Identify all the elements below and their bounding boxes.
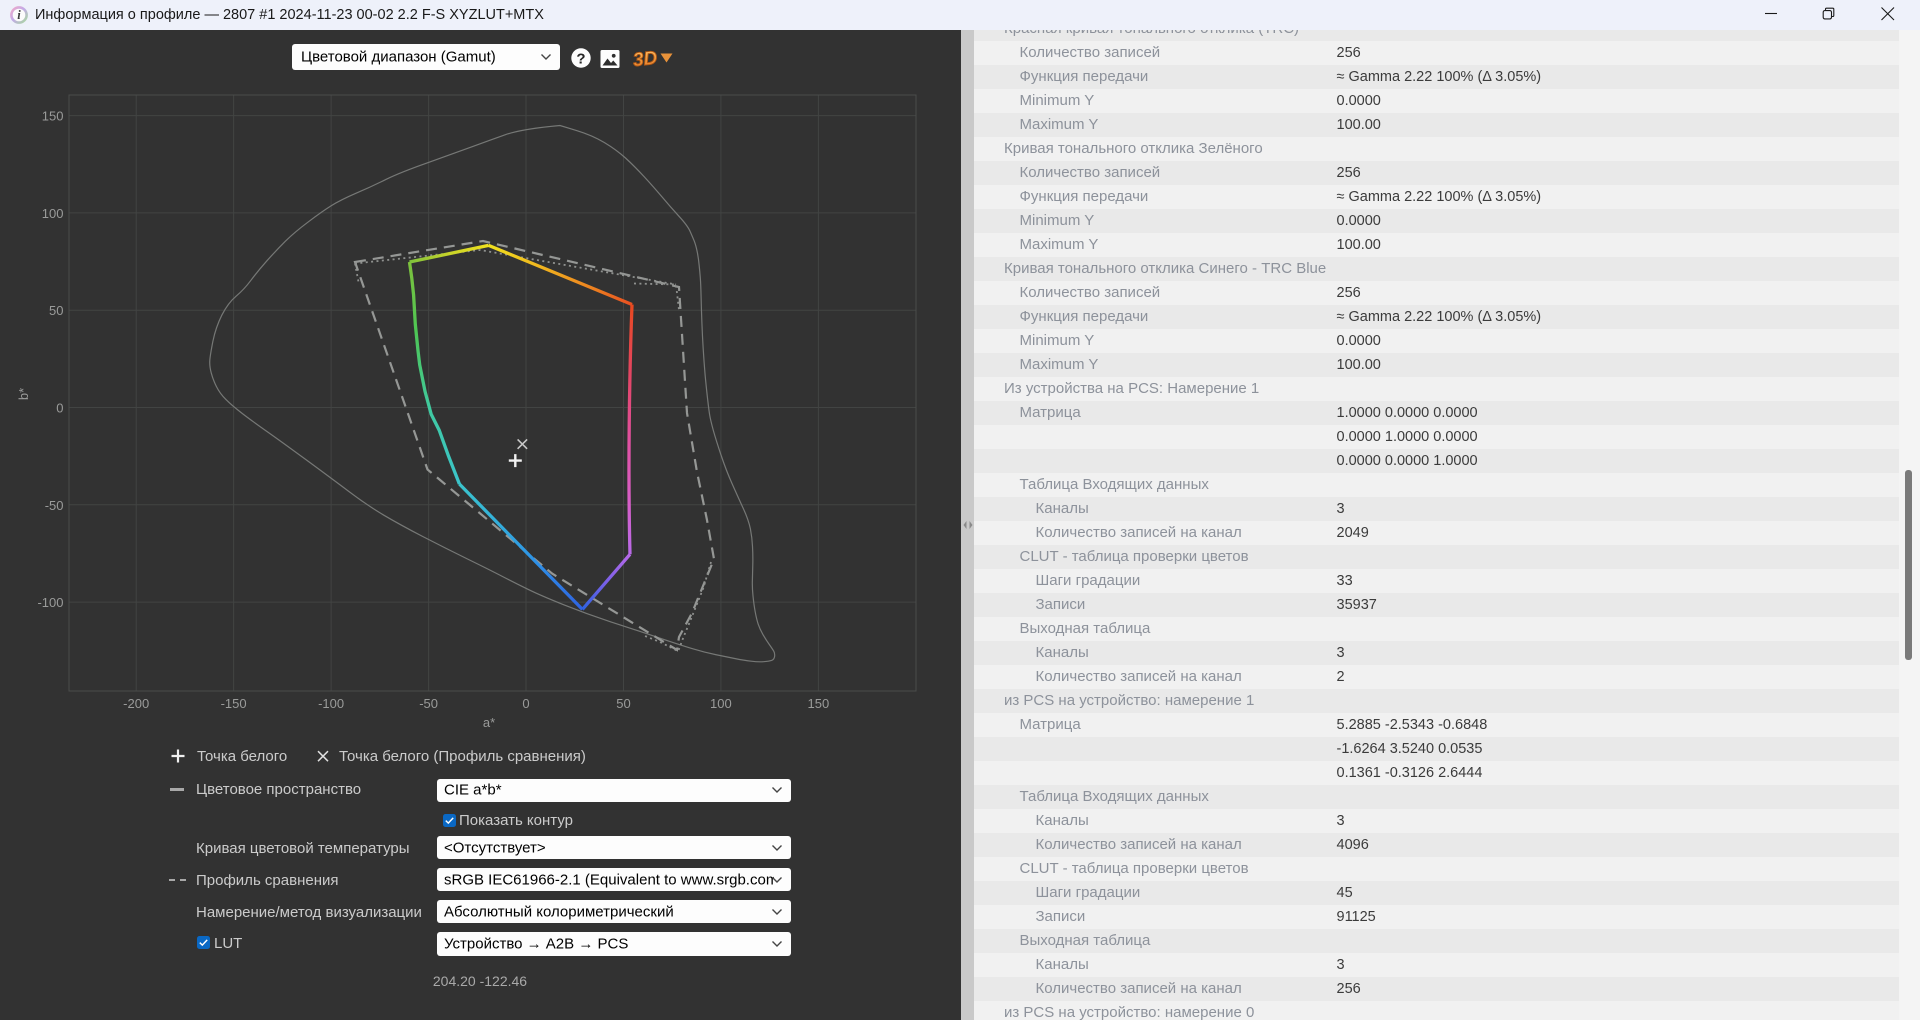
svg-text:-50: -50	[45, 498, 64, 513]
svg-text:100: 100	[42, 206, 64, 221]
svg-text:-100: -100	[37, 595, 63, 610]
svg-text:-200: -200	[123, 696, 149, 711]
svg-text:0: 0	[56, 401, 63, 416]
svg-text:-100: -100	[318, 696, 344, 711]
svg-text:0: 0	[522, 696, 529, 711]
svg-text:100: 100	[710, 696, 732, 711]
svg-text:a*: a*	[483, 715, 495, 730]
svg-text:-150: -150	[221, 696, 247, 711]
svg-text:i: i	[17, 8, 21, 22]
svg-text:b*: b*	[16, 388, 31, 400]
svg-text:?: ?	[576, 50, 585, 67]
svg-text:-50: -50	[419, 696, 438, 711]
svg-text:3D: 3D	[632, 48, 659, 71]
svg-text:150: 150	[808, 696, 830, 711]
svg-text:150: 150	[42, 109, 64, 124]
svg-text:50: 50	[49, 303, 63, 318]
svg-text:50: 50	[616, 696, 630, 711]
